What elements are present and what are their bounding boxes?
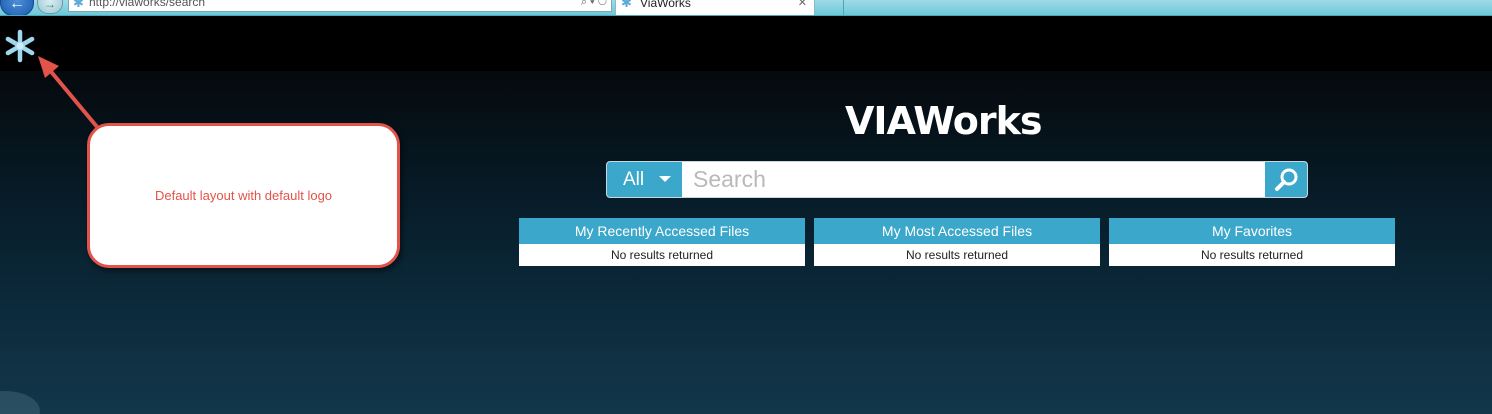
annotation-text: Default layout with default logo <box>154 188 333 203</box>
annotation-callout: Default layout with default logo <box>87 123 400 268</box>
